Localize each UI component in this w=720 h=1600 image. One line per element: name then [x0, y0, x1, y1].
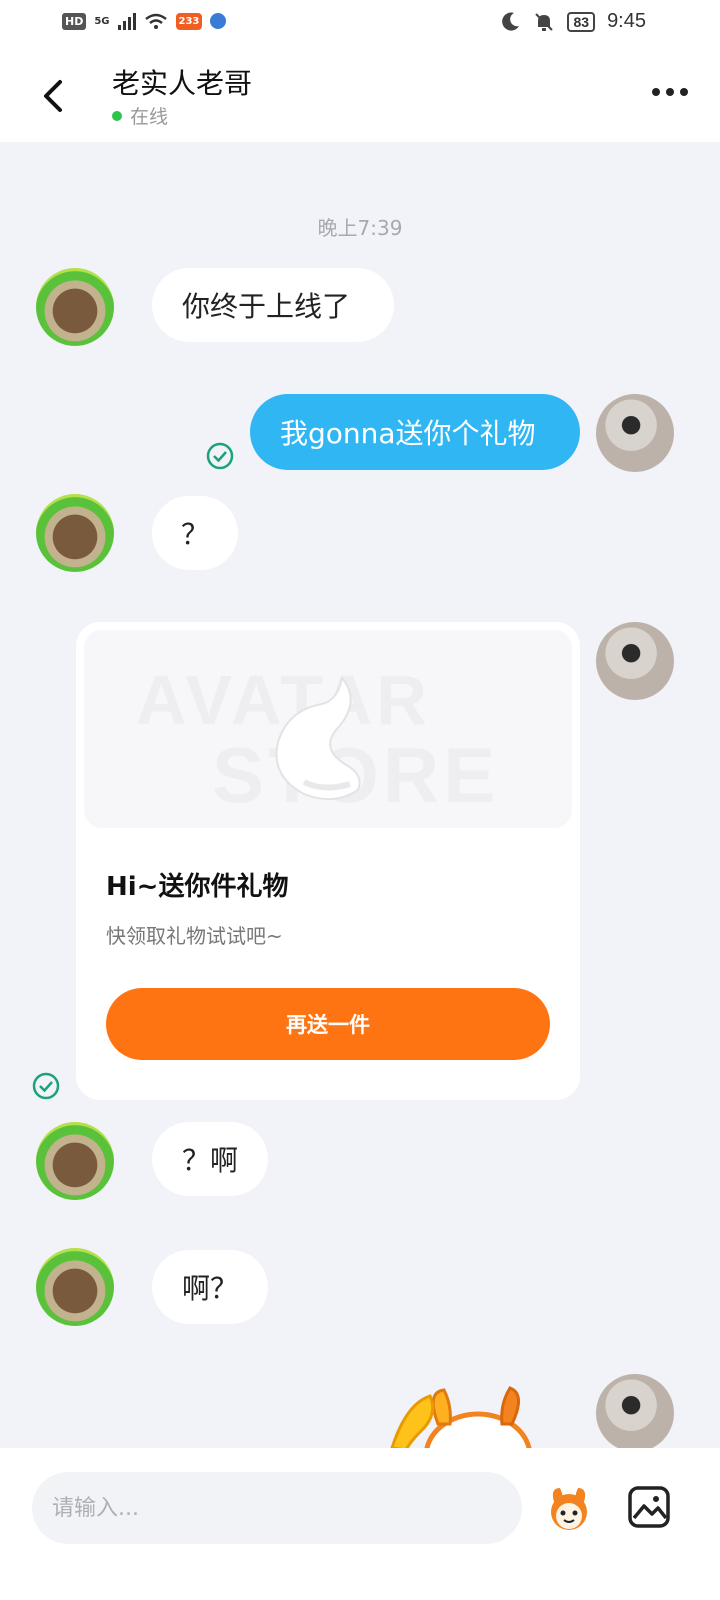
read-check-icon [32, 1072, 60, 1100]
gift-subtitle: 快领取礼物试试吧~ [106, 924, 283, 948]
input-bar [0, 1448, 720, 1600]
message-input[interactable] [32, 1472, 522, 1544]
contact-avatar[interactable] [36, 268, 114, 346]
battery-indicator: 83 [567, 11, 596, 32]
fluffy-tail-icon [275, 675, 361, 801]
my-avatar[interactable] [596, 394, 674, 472]
wifi-icon [144, 13, 167, 29]
message-text: 啊？ [182, 1272, 239, 1305]
hd-indicator: HD [62, 12, 87, 30]
status-bar: HD 5G 233 83 9:45 [0, 0, 720, 50]
message-bubble-sent[interactable]: 我gonna送你个礼物 [250, 394, 580, 470]
message-timestamp: 晚上7:39 [317, 216, 403, 240]
online-dot-icon [112, 110, 122, 121]
clock: 9:45 [607, 10, 646, 32]
mascot-emoji-icon[interactable] [544, 1484, 594, 1534]
message-bubble-received[interactable]: ？ [152, 496, 238, 570]
signal-icon [117, 12, 136, 30]
browser-icon [210, 13, 227, 29]
online-label: 在线 [130, 106, 169, 128]
read-check-icon [206, 442, 234, 470]
message-bubble-received[interactable]: ？啊 [152, 1122, 268, 1196]
gift-title: Hi~送你件礼物 [106, 872, 289, 902]
send-another-gift-button[interactable]: 再送一件 [106, 988, 550, 1060]
message-text: 我gonna送你个礼物 [280, 417, 536, 450]
contact-avatar[interactable] [36, 1122, 114, 1200]
more-options-icon[interactable] [652, 88, 688, 96]
network-type: 5G [94, 15, 110, 27]
my-avatar[interactable] [596, 1374, 674, 1452]
contact-avatar[interactable] [36, 494, 114, 572]
message-text: ？啊 [182, 1144, 239, 1177]
message-text: 你终于上线了 [182, 290, 351, 323]
chat-header: 老实人老哥 在线 [0, 50, 720, 142]
contact-avatar[interactable] [36, 1248, 114, 1326]
message-text: ？ [180, 518, 209, 551]
mascot-sticker-icon[interactable] [386, 1384, 546, 1450]
message-bubble-received[interactable]: 你终于上线了 [152, 268, 394, 342]
contact-name: 老实人老哥 [112, 67, 253, 100]
image-picker-icon[interactable] [626, 1484, 672, 1530]
gift-card[interactable]: AVATAR STORE Hi~送你件礼物 快领取礼物试试吧~ 再送一件 [76, 622, 580, 1100]
app-233-icon: 233 [175, 12, 203, 30]
online-status: 在线 [112, 102, 168, 129]
message-bubble-received[interactable]: 啊？ [152, 1250, 268, 1324]
mute-icon [535, 12, 554, 31]
moon-icon [502, 12, 520, 31]
gift-image: AVATAR STORE [84, 630, 572, 828]
back-arrow-icon[interactable] [36, 76, 72, 116]
my-avatar[interactable] [596, 622, 674, 700]
